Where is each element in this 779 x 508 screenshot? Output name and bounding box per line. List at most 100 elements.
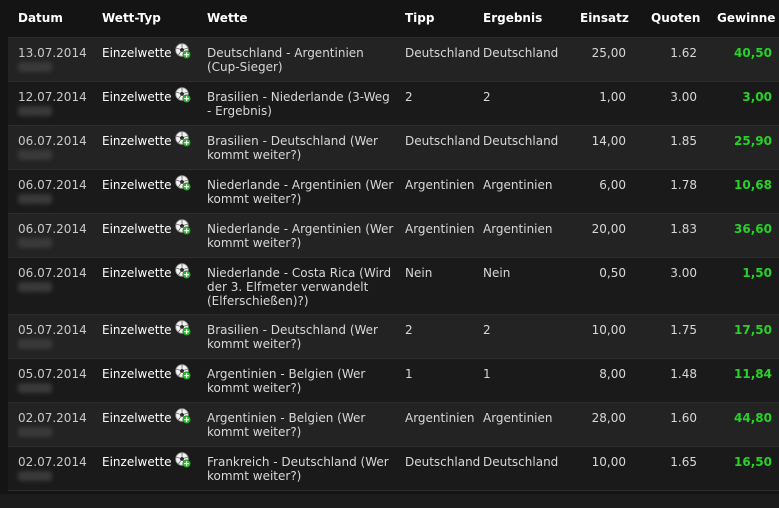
table-row[interactable]: 06.07.2014 Einzelwette Brasilien - Deutsch… (8, 125, 779, 170)
cell-gewinn: 44,80 (734, 411, 772, 425)
cell-wette: Niederlande - Costa Rica (Wird der 3. El… (207, 266, 392, 308)
cell-gewinn: 17,50 (734, 323, 772, 337)
header-tipp[interactable]: Tipp (405, 11, 434, 25)
cell-tipp: Argentinien (405, 411, 475, 425)
horizontal-scrollbar[interactable] (0, 494, 779, 508)
table-row[interactable]: 06.07.2014 Einzelwette Niederlande - Argen… (8, 213, 779, 258)
header-quoten[interactable]: Quoten (651, 11, 700, 25)
soccer-ball-plus-icon[interactable] (175, 408, 191, 424)
header-einsatz[interactable]: Einsatz (580, 11, 629, 25)
cell-wetttyp: Einzelwette (102, 411, 172, 425)
cell-wetttyp: Einzelwette (102, 178, 172, 192)
cell-gewinn: 3,00 (742, 90, 772, 104)
cell-einsatz: 20,00 (591, 222, 626, 236)
cell-gewinn: 25,90 (734, 134, 772, 148)
cell-datum: 02.07.2014 (18, 411, 87, 425)
table-row[interactable]: 06.07.2014 Einzelwette Niederlande - Argen… (8, 169, 779, 214)
cell-wette: Brasilien - Niederlande (3-Weg - Ergebni… (207, 90, 390, 118)
cell-tipp: 2 (405, 90, 413, 104)
cell-ergebnis: 2 (483, 90, 491, 104)
header-datum[interactable]: Datum (18, 11, 63, 25)
cell-ergebnis: 1 (483, 367, 491, 381)
cell-gewinn: 36,60 (734, 222, 772, 236)
table-bottom-border (8, 490, 779, 491)
cell-datum: 02.07.2014 (18, 455, 87, 469)
cell-datum: 13.07.2014 (18, 46, 87, 60)
cell-tipp: 2 (405, 323, 413, 337)
header-wette[interactable]: Wette (207, 11, 248, 25)
blurred-time (18, 106, 52, 116)
cell-quote: 3.00 (670, 266, 697, 280)
table-header: Datum Wett-Typ Wette Tipp Ergebnis Einsa… (0, 0, 779, 37)
soccer-ball-plus-icon[interactable] (175, 43, 191, 59)
soccer-ball-plus-icon[interactable] (175, 263, 191, 279)
cell-einsatz: 10,00 (591, 323, 626, 337)
cell-einsatz: 1,00 (599, 90, 626, 104)
cell-einsatz: 10,00 (591, 455, 626, 469)
cell-ergebnis: Argentinien (483, 222, 553, 236)
cell-wetttyp: Einzelwette (102, 46, 172, 60)
cell-gewinn: 11,84 (734, 367, 772, 381)
blurred-time (18, 427, 52, 437)
header-ergebnis[interactable]: Ergebnis (483, 11, 542, 25)
cell-datum: 06.07.2014 (18, 266, 87, 280)
cell-gewinn: 1,50 (742, 266, 772, 280)
cell-quote: 1.75 (670, 323, 697, 337)
cell-wetttyp: Einzelwette (102, 266, 172, 280)
cell-gewinn: 40,50 (734, 46, 772, 60)
soccer-ball-plus-icon[interactable] (175, 320, 191, 336)
cell-quote: 1.78 (670, 178, 697, 192)
blurred-time (18, 471, 52, 481)
cell-wetttyp: Einzelwette (102, 90, 172, 104)
header-wetttyp[interactable]: Wett-Typ (102, 11, 161, 25)
table-row[interactable]: 06.07.2014 Einzelwette Niederlande - Costa… (8, 257, 779, 315)
table-row[interactable]: 02.07.2014 Einzelwette Frankreich - Deutsc… (8, 446, 779, 491)
cell-datum: 05.07.2014 (18, 323, 87, 337)
cell-quote: 1.62 (670, 46, 697, 60)
cell-wette: Frankreich - Deutschland (Wer kommt weit… (207, 455, 389, 483)
cell-ergebnis: 2 (483, 323, 491, 337)
cell-datum: 12.07.2014 (18, 90, 87, 104)
table-row[interactable]: 05.07.2014 Einzelwette Argentinien - Belgi… (8, 358, 779, 403)
cell-gewinn: 16,50 (734, 455, 772, 469)
table-row[interactable]: 13.07.2014 Einzelwette Deutschland - Argen… (8, 37, 779, 82)
blurred-time (18, 150, 52, 160)
cell-wette: Niederlande - Argentinien (Wer kommt wei… (207, 178, 394, 206)
cell-ergebnis: Argentinien (483, 178, 553, 192)
cell-quote: 1.48 (670, 367, 697, 381)
cell-ergebnis: Nein (483, 266, 511, 280)
cell-einsatz: 14,00 (591, 134, 626, 148)
soccer-ball-plus-icon[interactable] (175, 175, 191, 191)
cell-ergebnis: Argentinien (483, 411, 553, 425)
cell-quote: 1.65 (670, 455, 697, 469)
cell-tipp: 1 (405, 367, 413, 381)
cell-einsatz: 28,00 (591, 411, 626, 425)
cell-gewinn: 10,68 (734, 178, 772, 192)
cell-wette: Argentinien - Belgien (Wer kommt weiter?… (207, 367, 366, 395)
soccer-ball-plus-icon[interactable] (175, 219, 191, 235)
cell-wette: Argentinien - Belgien (Wer kommt weiter?… (207, 411, 366, 439)
cell-quote: 1.85 (670, 134, 697, 148)
table-row[interactable]: 12.07.2014 Einzelwette Brasilien - Niederl… (8, 81, 779, 126)
cell-einsatz: 25,00 (591, 46, 626, 60)
cell-wetttyp: Einzelwette (102, 455, 172, 469)
table-row[interactable]: 05.07.2014 Einzelwette Brasilien - Deutsch… (8, 314, 779, 359)
cell-einsatz: 0,50 (599, 266, 626, 280)
cell-wetttyp: Einzelwette (102, 222, 172, 236)
soccer-ball-plus-icon[interactable] (175, 131, 191, 147)
blurred-time (18, 194, 52, 204)
bet-history-table: Datum Wett-Typ Wette Tipp Ergebnis Einsa… (0, 0, 779, 508)
cell-datum: 05.07.2014 (18, 367, 87, 381)
soccer-ball-plus-icon[interactable] (175, 364, 191, 380)
soccer-ball-plus-icon[interactable] (175, 87, 191, 103)
blurred-time (18, 339, 52, 349)
soccer-ball-plus-icon[interactable] (175, 452, 191, 468)
table-row[interactable]: 02.07.2014 Einzelwette Argentinien - Belgi… (8, 402, 779, 447)
header-gewinn[interactable]: Gewinne (717, 11, 775, 25)
cell-datum: 06.07.2014 (18, 222, 87, 236)
cell-wetttyp: Einzelwette (102, 134, 172, 148)
cell-wette: Brasilien - Deutschland (Wer kommt weite… (207, 134, 378, 162)
blurred-time (18, 238, 52, 248)
cell-quote: 1.60 (670, 411, 697, 425)
cell-tipp: Deutschland (405, 455, 481, 469)
